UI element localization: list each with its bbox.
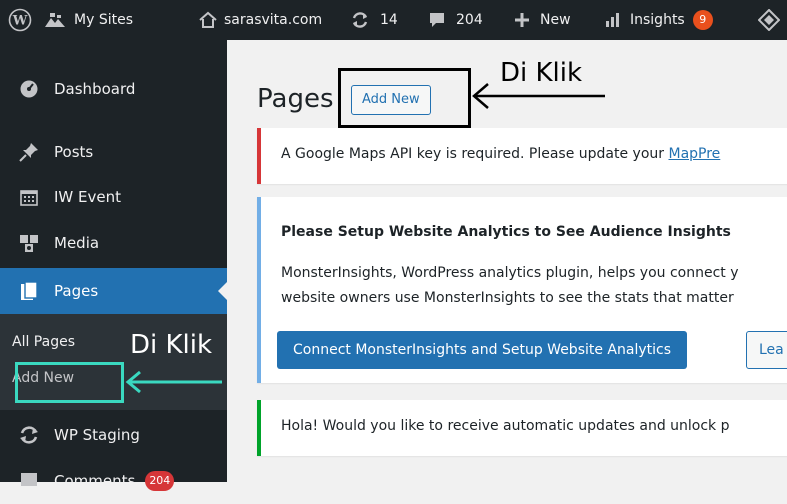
notice-google-maps-message: A Google Maps API key is required. Pleas…	[281, 146, 669, 162]
sidebar-item-label: Dashboard	[54, 80, 136, 98]
comments-count: 204	[456, 12, 483, 28]
notice-google-maps: A Google Maps API key is required. Pleas…	[257, 128, 787, 184]
bar-chart-icon	[604, 11, 622, 29]
notice-google-maps-text: A Google Maps API key is required. Pleas…	[281, 146, 720, 162]
notice-analytics-title: Please Setup Website Analytics to See Au…	[281, 224, 731, 240]
notice-analytics-line2: website owners use MonsterInsights to se…	[281, 290, 734, 306]
my-sites-label: My Sites	[74, 12, 133, 28]
insights-badge: 9	[692, 10, 713, 30]
my-sites-menu[interactable]: My Sites	[44, 0, 133, 40]
pages-icon	[18, 280, 40, 302]
calendar-icon	[18, 186, 40, 208]
comment-bubble-icon	[428, 11, 446, 29]
side-annotation-label: Di Klik	[130, 330, 213, 360]
cyan-arrow-icon	[125, 370, 222, 394]
sidebar-item-label: WP Staging	[54, 426, 140, 444]
site-name-label: sarasvita.com	[224, 12, 323, 28]
comments-menu[interactable]: 204	[428, 0, 483, 40]
sidebar-item-label: Media	[54, 234, 100, 252]
wordpress-logo-icon[interactable]: W	[8, 0, 32, 40]
mappress-link[interactable]: MapPre	[668, 146, 720, 162]
updates-menu[interactable]: 14	[350, 0, 398, 40]
updates-count: 14	[380, 12, 398, 28]
sidebar-item-media[interactable]: Media	[0, 220, 227, 266]
add-new-button-highlight-box	[338, 68, 471, 128]
sidebar-item-comments[interactable]: Comments 204	[0, 458, 227, 504]
comments-badge: 204	[145, 471, 175, 491]
notice-analytics-line1: MonsterInsights, WordPress analytics plu…	[281, 265, 739, 281]
new-label: New	[540, 12, 571, 28]
sidebar-item-pages[interactable]: Pages	[0, 268, 227, 314]
connect-monsterinsights-button[interactable]: Connect MonsterInsights and Setup Websit…	[277, 331, 688, 369]
sidebar-item-label: Comments	[54, 472, 136, 490]
sidebar-item-dashboard[interactable]: Dashboard	[0, 66, 227, 112]
refresh-icon	[18, 424, 40, 446]
current-menu-arrow	[218, 282, 227, 300]
media-icon	[18, 232, 40, 254]
insights-label: Insights	[630, 12, 685, 28]
diamond-plugin-icon[interactable]	[758, 0, 780, 40]
insights-menu[interactable]: Insights 9	[604, 0, 713, 40]
sidebar-item-label: Posts	[54, 143, 94, 161]
site-name-menu[interactable]: sarasvita.com	[198, 0, 322, 40]
new-content-menu[interactable]: New	[514, 0, 571, 40]
my-sites-icon	[44, 11, 66, 29]
dashboard-icon	[18, 78, 40, 100]
top-annotation-label: Di Klik	[500, 58, 583, 88]
notice-updates: Hola! Would you like to receive automati…	[257, 400, 787, 456]
add-new-highlight-box	[15, 362, 124, 403]
sidebar-item-label: IW Event	[54, 188, 121, 206]
submenu-all-pages[interactable]: All Pages	[12, 334, 75, 350]
admin-sidebar: Dashboard Posts IW Event Media Pages All…	[0, 40, 227, 491]
sidebar-item-label: Pages	[54, 282, 99, 300]
home-icon	[198, 11, 218, 29]
svg-text:W: W	[12, 14, 28, 29]
plus-icon	[514, 12, 530, 28]
page-title: Pages	[257, 84, 334, 114]
comments-icon	[18, 470, 40, 492]
learn-more-button[interactable]: Lea	[746, 331, 787, 369]
updates-icon	[350, 10, 370, 30]
admin-bar: W My Sites sarasvita.com 14 204 New Insi…	[0, 0, 787, 40]
sidebar-item-wp-staging[interactable]: WP Staging	[0, 412, 227, 458]
notice-updates-text: Hola! Would you like to receive automati…	[281, 418, 730, 434]
pushpin-icon	[18, 141, 40, 163]
sidebar-item-iw-event[interactable]: IW Event	[0, 174, 227, 220]
sidebar-item-posts[interactable]: Posts	[0, 129, 227, 175]
